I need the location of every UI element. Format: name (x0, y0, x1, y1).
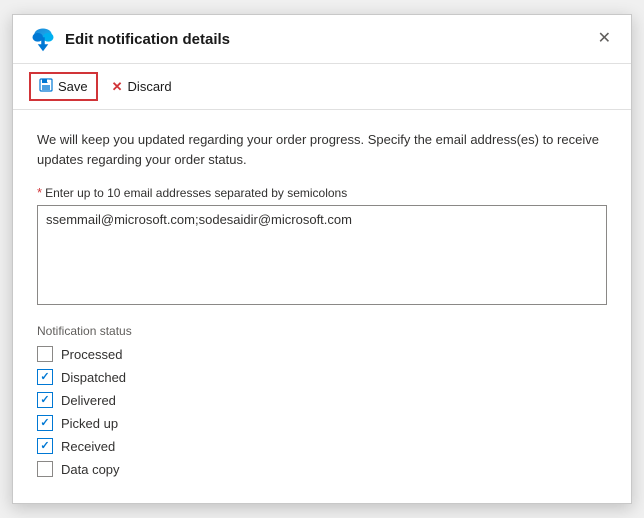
email-input[interactable]: ssemmail@microsoft.com;sodesaidir@micros… (37, 205, 607, 305)
checkbox-label-delivered: Delivered (61, 393, 116, 408)
discard-label: Discard (128, 79, 172, 94)
toolbar: Save ✕ Discard (13, 64, 631, 110)
azure-icon (29, 25, 57, 53)
checkbox-delivered[interactable]: ✓ (37, 392, 53, 408)
checkbox-label-picked_up: Picked up (61, 416, 118, 431)
checkbox-received[interactable]: ✓ (37, 438, 53, 454)
close-button[interactable]: ✕ (594, 29, 615, 49)
dialog-title: Edit notification details (65, 31, 230, 48)
checkbox-item-data_copy: ✓ Data copy (37, 461, 607, 477)
description-text: We will keep you updated regarding your … (37, 130, 607, 169)
save-icon (39, 78, 53, 95)
checkbox-item-picked_up: ✓ Picked up (37, 415, 607, 431)
dialog-body: We will keep you updated regarding your … (13, 110, 631, 497)
checkbox-item-received: ✓ Received (37, 438, 607, 454)
checkbox-picked_up[interactable]: ✓ (37, 415, 53, 431)
email-field-label: * Enter up to 10 email addresses separat… (37, 185, 607, 200)
required-star: * (37, 185, 42, 200)
checkbox-dispatched[interactable]: ✓ (37, 369, 53, 385)
discard-icon: ✕ (112, 79, 123, 95)
checkbox-item-dispatched: ✓ Dispatched (37, 369, 607, 385)
checkbox-data_copy[interactable]: ✓ (37, 461, 53, 477)
title-left: Edit notification details (29, 25, 230, 53)
edit-notification-dialog: Edit notification details ✕ Save ✕ Disca… (12, 14, 632, 504)
notification-status-label: Notification status (37, 324, 607, 338)
checkbox-label-processed: Processed (61, 347, 122, 362)
checkbox-label-received: Received (61, 439, 115, 454)
save-label: Save (58, 79, 88, 94)
dialog-titlebar: Edit notification details ✕ (13, 15, 631, 64)
checkbox-label-dispatched: Dispatched (61, 370, 126, 385)
checkbox-item-processed: ✓ Processed (37, 346, 607, 362)
checkbox-list: ✓ Processed ✓ Dispatched ✓ Delivered ✓ Picked u… (37, 346, 607, 477)
checkbox-item-delivered: ✓ Delivered (37, 392, 607, 408)
save-button[interactable]: Save (29, 72, 98, 101)
checkbox-processed[interactable]: ✓ (37, 346, 53, 362)
discard-button[interactable]: ✕ Discard (102, 73, 182, 101)
checkbox-label-data_copy: Data copy (61, 462, 120, 477)
